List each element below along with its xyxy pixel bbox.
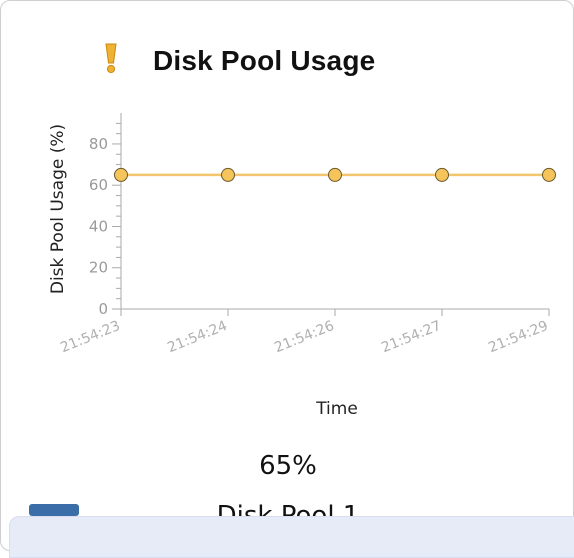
y-tick-label: 0 (98, 300, 108, 318)
y-tick-label: 40 (89, 217, 108, 235)
y-tick-label: 80 (89, 135, 108, 153)
card-title: Disk Pool Usage (153, 45, 376, 76)
x-axis-label: Time (315, 399, 358, 419)
x-tick-label: 21:54:24 (165, 318, 229, 356)
disk-pool-usage-card: Disk Pool Usage Disk Pool Usage (%) Time… (0, 0, 574, 551)
disk-pool-usage-chart: Disk Pool Usage (%) Time 0 20 40 60 80 21:54:… (48, 113, 556, 419)
warning-exclamation-icon (105, 43, 117, 74)
data-point (328, 167, 342, 182)
y-axis-label: Disk Pool Usage (%) (48, 124, 68, 294)
data-point (542, 167, 556, 182)
bottom-panel (9, 516, 574, 558)
data-point (435, 167, 449, 182)
x-tick-label: 21:54:29 (486, 318, 550, 356)
x-tick-label: 21:54:23 (58, 318, 122, 356)
x-tick-label: 21:54:27 (379, 318, 443, 356)
x-tick-label: 21:54:26 (272, 318, 336, 356)
card-header: Disk Pool Usage (1, 1, 573, 101)
y-tick-label: 20 (89, 259, 108, 277)
data-point (221, 167, 235, 182)
data-point (114, 167, 128, 182)
y-tick-label: 60 (89, 176, 108, 194)
usage-value: 65% (259, 451, 317, 481)
